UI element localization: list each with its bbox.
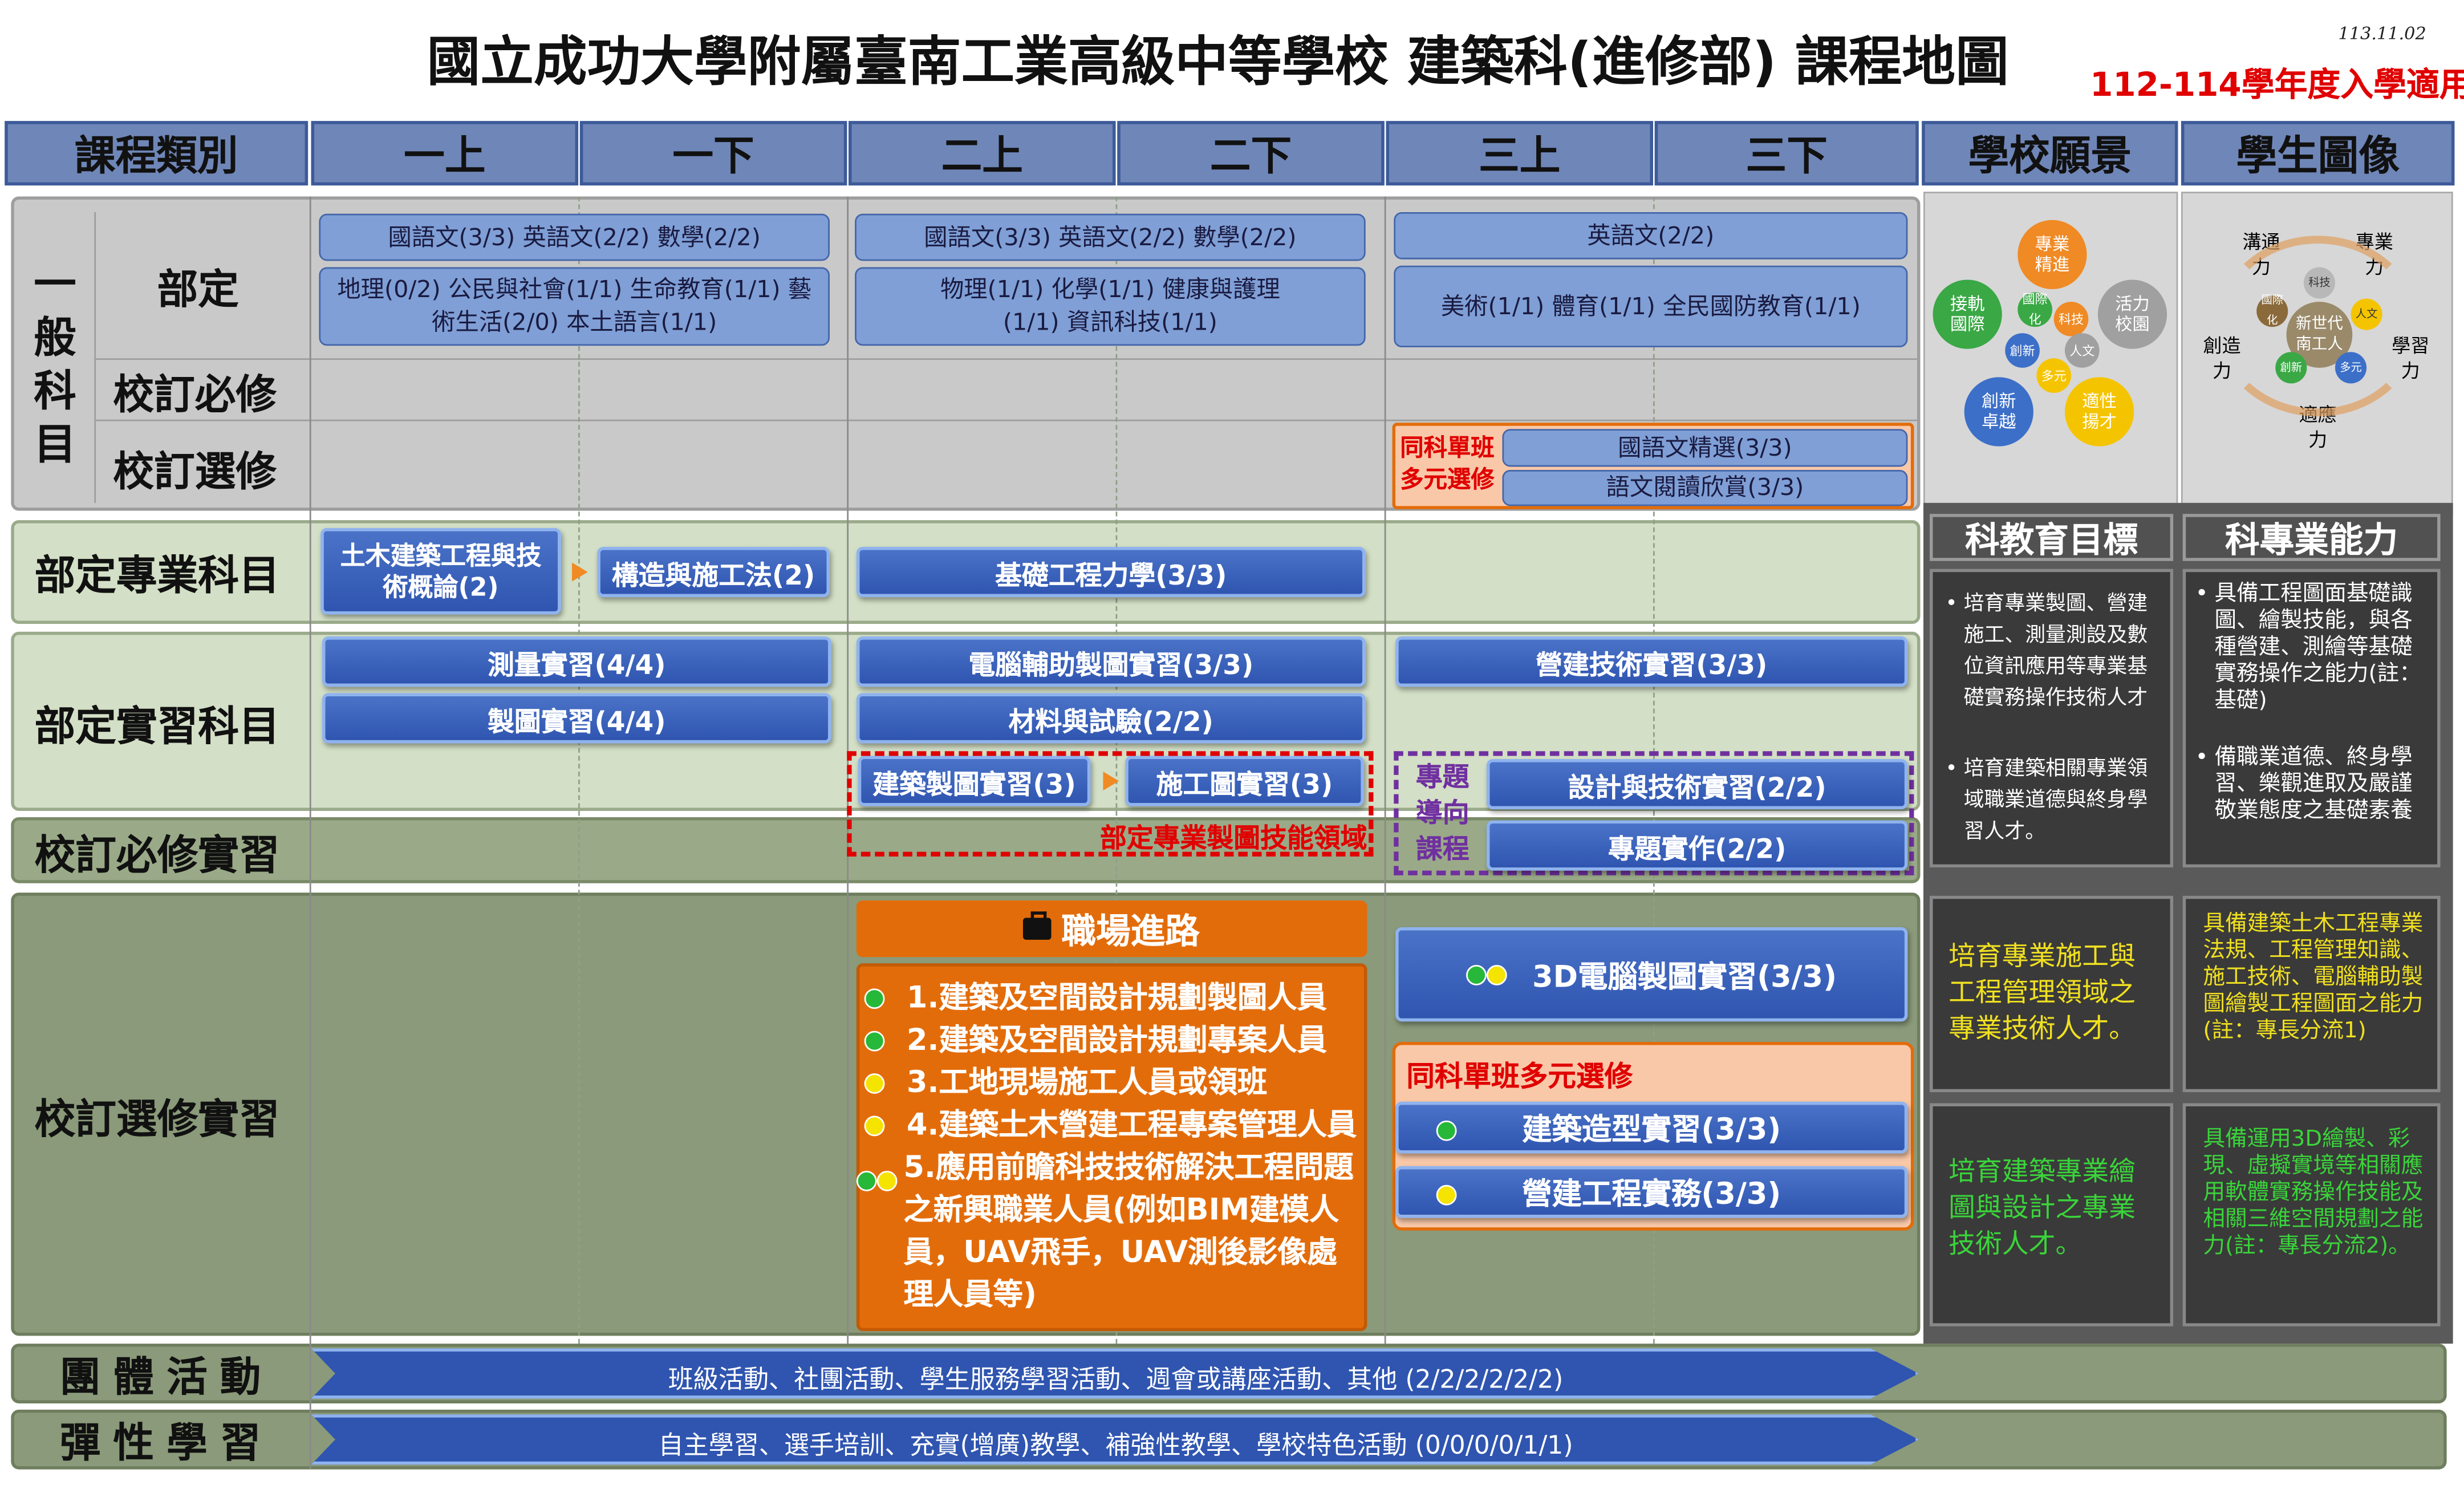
vision-inner-4: 多元 [2036, 358, 2072, 393]
goals-title: 科教育目標 [1929, 514, 2174, 561]
vision-inner-3: 人文 [2064, 333, 2100, 368]
applicable-label: 112-114學年度入學適用 [2090, 66, 2464, 104]
course-construction-drawing: 施工圖實習(3) [1125, 756, 1364, 806]
vision-innovation: 創新卓越 [1964, 377, 2033, 447]
col-header-3b: 三下 [1654, 121, 1919, 186]
arrow-icon [572, 562, 588, 582]
career-item-4: 4.建築土木營建工程專案管理人員 [864, 1105, 1359, 1147]
yellow-dot-icon [876, 1170, 898, 1191]
course-arch-form: 建築造型實習(3/3) [1395, 1101, 1908, 1154]
green-dot-icon [856, 1170, 877, 1191]
col-header-category: 課程類別 [5, 121, 308, 186]
course-project: 專題實作(2/2) [1486, 820, 1908, 871]
yellow-dot-icon [1487, 964, 1508, 985]
elective-reading: 語文閱讀欣賞(3/3) [1502, 469, 1908, 506]
general-y2-row2: 物理(1/1) 化學(1/1) 健康與護理(1/1) 資訊科技(1/1) [855, 267, 1366, 346]
ability-2: • 備職業道德、終身學習、樂觀進取及嚴謹敬業態度之基礎素養 [2195, 745, 2413, 823]
drafting-domain-label: 部定專業製圖技能領域 [1099, 823, 1367, 855]
prac-label: 部定實習科目 [34, 703, 280, 750]
general-y3-row1: 英語文(2/2) [1394, 212, 1908, 259]
ability-1: • 具備工程圖面基礎識圖、繪製技能，與各種營建、測繪等基礎實務操作之能力(註：基礎… [2195, 581, 2421, 714]
required-label: 部定 [157, 266, 239, 314]
group-activities-text: 班級活動、社團活動、學生服務學習活動、週會或講座活動、其他 (2/2/2/2/2… [668, 1364, 1564, 1394]
green-dot-icon [864, 988, 885, 1009]
course-construction-practice: 營建工程實務(3/3) [1395, 1166, 1908, 1218]
col-header-3a: 三上 [1386, 121, 1653, 186]
yellow-dot-icon [864, 1073, 885, 1094]
course-mechanics: 基礎工程力學(3/3) [856, 546, 1366, 598]
flex-label: 彈性學習 [59, 1419, 274, 1467]
page-title: 國立成功大學附屬臺南工業高級中等學校 建築科(進修部) 課程地圖 [427, 30, 2009, 94]
group-label: 團體活動 [59, 1354, 274, 1401]
career-item-2: 2.建築及空間設計規劃專案人員 [864, 1020, 1359, 1062]
pro-label: 部定專業科目 [34, 552, 280, 600]
ability-4: 具備運用3D繪製、彩現、虛擬實境等相關應用軟體實務操作技能及相關三維空間規劃之能… [2203, 1126, 2424, 1259]
school-prac-label: 校訂必修實習 [34, 832, 280, 879]
green-dot-icon [1436, 1120, 1457, 1141]
yellow-dot-icon [1436, 1184, 1457, 1206]
career-title: 職場進路 [1061, 913, 1200, 952]
col-header-1a: 一上 [311, 121, 579, 186]
general-label: 一般科目 [34, 261, 76, 470]
goal-3: 培育專業施工與工程管理領域之專業技術人才。 [1949, 941, 2136, 1045]
course-arch-drafting: 建築製圖實習(3) [858, 756, 1091, 806]
col-header-portrait: 學生圖像 [2181, 121, 2455, 186]
multi-elective-label: 同科單班多元選修 [1400, 433, 1495, 494]
goal-4: 培育建築專業繪圖與設計之專業技術人才。 [1949, 1157, 2136, 1261]
general-y2-row1: 國語文(3/3) 英語文(2/2) 數學(2/2) [855, 213, 1366, 261]
arrow-icon [1103, 772, 1119, 791]
briefcase-icon [1024, 911, 1052, 940]
green-dot-icon [1466, 964, 1487, 985]
project-label: 專題導向課程 [1415, 762, 1470, 866]
col-header-vision: 學校願景 [1922, 121, 2178, 186]
course-survey: 測量實習(4/4) [322, 636, 831, 687]
vision-inner-2: 科技 [2053, 302, 2089, 336]
career-item-1: 1.建築及空間設計規劃製圖人員 [864, 977, 1359, 1020]
vision-adaptive: 適性揚才 [2064, 377, 2134, 447]
goal-2: • 培育建築相關專業領域職業道德與終身學習人才。 [1945, 757, 2148, 844]
goal-1: • 培育專業製圖、營建施工、測量測設及數位資訊應用等專業基礎實務操作技術人才 [1945, 592, 2148, 711]
date-label: 113.11.02 [2338, 23, 2426, 44]
vision-international: 接軌國際 [1933, 279, 2002, 349]
course-cad: 電腦輔助製圖實習(3/3) [856, 636, 1366, 687]
yellow-dot-icon [864, 1115, 885, 1137]
general-y3-row2: 美術(1/1) 體育(1/1) 全民國防教育(1/1) [1394, 265, 1908, 348]
col-header-2b: 二下 [1117, 121, 1385, 186]
general-y1-row1: 國語文(3/3) 英語文(2/2) 數學(2/2) [319, 213, 830, 261]
career-item-3: 3.工地現場施工人員或領班 [864, 1062, 1359, 1105]
vision-professional: 專業精進 [2018, 220, 2087, 290]
school-elec-label: 校訂選修 [113, 448, 277, 496]
flex-learning-text: 自主學習、選手培訓、充實(增廣)教學、補強性教學、學校特色活動 (0/0/0/0… [658, 1430, 1573, 1460]
course-construction-tech: 營建技術實習(3/3) [1395, 636, 1908, 687]
course-3d-cad: 3D電腦製圖實習(3/3) [1395, 927, 1908, 1022]
elec-prac-label: 校訂選修實習 [34, 1096, 280, 1143]
cycle-arrows-icon [2215, 236, 2420, 417]
vision-inner-5: 創新 [2005, 333, 2040, 368]
general-y1-row2: 地理(0/2) 公民與社會(1/1) 生命教育(1/1) 藝術生活(2/0) 本… [319, 267, 830, 346]
ability-3: 具備建築土木工程專業法規、工程管理知識、施工技術、電腦輔助製圖繪製工程圖面之能力… [2203, 911, 2424, 1044]
career-item-5: 5.應用前瞻科技技術解決工程問題之新興職業人員(例如BIM建模人員，UAV飛手，… [856, 1147, 1359, 1317]
course-design-tech: 設計與技術實習(2/2) [1486, 759, 1908, 810]
col-header-1b: 一下 [579, 121, 847, 186]
vision-inner-1: 國際化 [2018, 292, 2052, 327]
green-dot-icon [864, 1031, 885, 1052]
vision-vitality: 活力校園 [2097, 279, 2167, 349]
course-drafting: 製圖實習(4/4) [322, 693, 831, 744]
abilities-title: 科專業能力 [2182, 514, 2441, 561]
multi-elective-prac-label: 同科單班多元選修 [1406, 1061, 1633, 1094]
elective-chinese: 國語文精選(3/3) [1502, 429, 1908, 467]
career-header: 職場進路 [856, 900, 1367, 958]
course-materials: 材料與試驗(2/2) [856, 693, 1366, 744]
course-civil-intro: 土木建築工程與技術概論(2) [320, 528, 561, 615]
course-construction: 構造與施工法(2) [597, 546, 830, 598]
col-header-2a: 二上 [849, 121, 1116, 186]
school-req-label: 校訂必修 [113, 371, 277, 419]
